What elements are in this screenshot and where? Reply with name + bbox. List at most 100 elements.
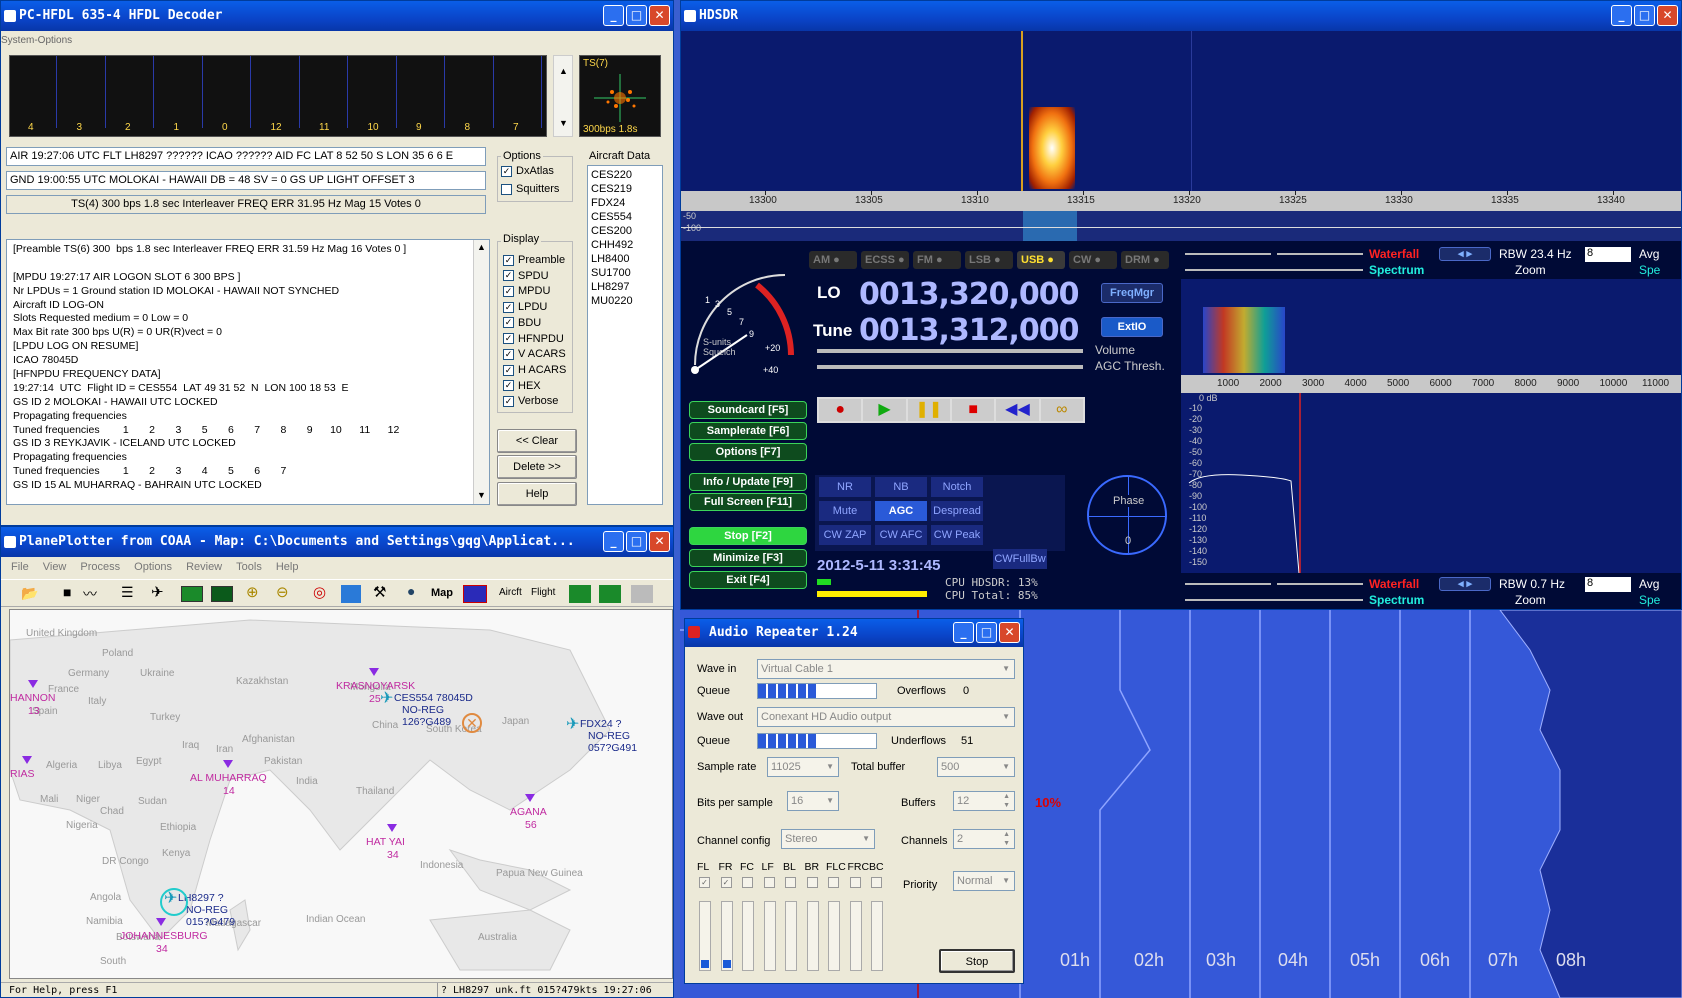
dsp-agc-slow-button[interactable]: AGC Slow bbox=[875, 501, 927, 537]
left-button-5[interactable]: Stop [F2] bbox=[689, 527, 807, 545]
close-button[interactable]: ✕ bbox=[649, 5, 670, 26]
dsp-cw-afc-button[interactable]: CW AFC bbox=[875, 525, 927, 545]
minimize-button[interactable]: _ bbox=[603, 531, 624, 552]
left-button-2[interactable]: Options [F7] bbox=[689, 443, 807, 461]
lo-frequency[interactable]: 0013,320,000 bbox=[859, 277, 1080, 312]
scope-icon[interactable] bbox=[211, 586, 233, 602]
dsp-cw-zap-button[interactable]: CW ZAP bbox=[819, 525, 871, 545]
hfdl-titlebar[interactable]: PC-HFDL 635-4 HFDL Decoder _ □ ✕ bbox=[1, 1, 673, 31]
agc-slider[interactable] bbox=[817, 365, 1083, 369]
chart-icon[interactable]: ☰ bbox=[121, 584, 134, 601]
dsp-cw-peak-button[interactable]: CW Peak bbox=[931, 525, 983, 545]
stop-button[interactable]: Stop bbox=[939, 949, 1015, 973]
channel-bl-checkbox[interactable] bbox=[785, 877, 796, 888]
scroll-down-icon[interactable]: ▼ bbox=[477, 490, 486, 500]
channel-fr-checkbox[interactable]: ✓ bbox=[720, 877, 732, 888]
mode-fm-button[interactable]: FM ● bbox=[913, 251, 961, 269]
left-button-4[interactable]: Full Screen [F11] bbox=[689, 493, 807, 511]
menu-item-file[interactable]: File bbox=[11, 561, 29, 573]
aircraft-button[interactable]: Aircft bbox=[499, 587, 522, 598]
log-panel[interactable]: [Preamble TS(6) 300 bps 1.8 sec Interlea… bbox=[6, 239, 490, 505]
dsp-despread-button[interactable]: Despread bbox=[931, 501, 983, 521]
channel-frc-checkbox[interactable] bbox=[849, 877, 861, 888]
log-scrollbar[interactable]: ▲ ▼ bbox=[473, 240, 489, 504]
mode-cw-button[interactable]: CW ● bbox=[1069, 251, 1117, 269]
bits-select[interactable]: 16 ▼ bbox=[787, 791, 839, 811]
mode-usb-button[interactable]: USB ● bbox=[1017, 251, 1065, 269]
record-icon[interactable]: ● bbox=[819, 399, 862, 421]
dsp-notch-button[interactable]: Notch bbox=[931, 477, 983, 497]
scroll-up-icon[interactable]: ▲ bbox=[477, 242, 486, 252]
play-icon[interactable]: ▶ bbox=[863, 399, 906, 421]
close-button[interactable]: ✕ bbox=[649, 531, 670, 552]
pause-icon[interactable]: ❚❚ bbox=[907, 399, 950, 421]
clear-button[interactable]: << Clear bbox=[497, 429, 577, 453]
stop-icon[interactable]: ■ bbox=[951, 399, 995, 421]
menu-item-process[interactable]: Process bbox=[80, 561, 120, 573]
freqmgr-button[interactable]: FreqMgr bbox=[1101, 283, 1163, 303]
wf-slider-2[interactable] bbox=[1277, 253, 1363, 255]
minus-icon[interactable]: ⊖ bbox=[276, 583, 289, 601]
loop-icon[interactable]: ∞ bbox=[1040, 399, 1083, 421]
left-button-0[interactable]: Soundcard [F5] bbox=[689, 401, 807, 419]
radar-icon[interactable] bbox=[181, 586, 203, 602]
minimize-button[interactable]: _ bbox=[953, 622, 974, 643]
rbw2-stepper[interactable]: ◂ ▸ bbox=[1439, 577, 1491, 591]
close-button[interactable]: ✕ bbox=[999, 622, 1020, 643]
aircraft-item[interactable]: CES220 bbox=[591, 168, 659, 182]
globe-icon[interactable]: ● bbox=[407, 583, 415, 599]
maximize-button[interactable]: □ bbox=[1634, 5, 1655, 26]
menu-item-review[interactable]: Review bbox=[186, 561, 222, 573]
help-button[interactable]: Help bbox=[497, 482, 577, 506]
left-button-7[interactable]: Exit [F4] bbox=[689, 571, 807, 589]
left-button-1[interactable]: Samplerate [F6] bbox=[689, 422, 807, 440]
up-arrow-icon[interactable]: ▲ bbox=[559, 66, 568, 76]
circle-icon[interactable]: ◎ bbox=[313, 583, 326, 601]
wf-slider-1[interactable] bbox=[1185, 253, 1271, 255]
slot-scrollbar[interactable]: ▲ ▼ bbox=[553, 55, 573, 137]
display-option-checkbox[interactable]: ✓ HFNPDU bbox=[503, 332, 566, 348]
avg2-select[interactable]: 8 bbox=[1585, 577, 1631, 592]
plane-icon[interactable]: ✈ bbox=[151, 583, 164, 601]
aircraft-item[interactable]: CES200 bbox=[591, 224, 659, 238]
hdsdr-titlebar[interactable]: HDSDR _ □ ✕ bbox=[681, 1, 1681, 31]
menu-item-help[interactable]: Help bbox=[276, 561, 299, 573]
priority-select[interactable]: Normal ▼ bbox=[953, 871, 1015, 891]
buffers-stepper[interactable]: 12 ▲ ▼ bbox=[953, 791, 1015, 811]
channel-bc-checkbox[interactable] bbox=[871, 877, 882, 888]
avg-select[interactable]: 8 bbox=[1585, 247, 1631, 262]
down-arrow-icon[interactable]: ▼ bbox=[559, 118, 568, 128]
dsp-nr-button[interactable]: NR bbox=[819, 477, 871, 497]
channel-fl-checkbox[interactable]: ✓ bbox=[699, 877, 710, 888]
display-option-checkbox[interactable]: ✓ Verbose bbox=[503, 394, 566, 410]
aircraft-item[interactable]: CES554 bbox=[591, 210, 659, 224]
map-button[interactable]: Map bbox=[431, 587, 453, 599]
minimize-button[interactable]: _ bbox=[603, 5, 624, 26]
wf2-slider-1[interactable] bbox=[1185, 583, 1271, 585]
aircraft-item[interactable]: LH8400 bbox=[591, 252, 659, 266]
display-option-checkbox[interactable]: ✓ LPDU bbox=[503, 300, 566, 316]
open-icon[interactable]: 📂 bbox=[21, 585, 38, 602]
aircraft-item[interactable]: MU0220 bbox=[591, 294, 659, 308]
display-option-checkbox[interactable]: ✓ V ACARS bbox=[503, 347, 566, 363]
left-button-6[interactable]: Minimize [F3] bbox=[689, 549, 807, 567]
display-option-checkbox[interactable]: ✓ Preamble bbox=[503, 253, 566, 269]
minimize-button[interactable]: _ bbox=[1611, 5, 1632, 26]
aircraft-icon[interactable]: ✈ bbox=[380, 688, 393, 708]
stop-icon[interactable]: ■ bbox=[63, 584, 71, 600]
channel-br-checkbox[interactable] bbox=[806, 877, 818, 888]
mode-lsb-button[interactable]: LSB ● bbox=[965, 251, 1013, 269]
dsp-mute-button[interactable]: Mute bbox=[819, 501, 871, 521]
rf-waterfall[interactable] bbox=[681, 31, 1681, 191]
rewind-icon[interactable]: ◀◀ bbox=[996, 399, 1039, 421]
aircraft-item[interactable]: SU1700 bbox=[591, 266, 659, 280]
flight-button[interactable]: Flight bbox=[531, 587, 555, 598]
mode-am-button[interactable]: AM ● bbox=[809, 251, 857, 269]
tune-frequency[interactable]: 0013,312,000 bbox=[859, 313, 1080, 348]
menu-item-tools[interactable]: Tools bbox=[236, 561, 262, 573]
squitters-checkbox[interactable]: Squitters bbox=[501, 183, 559, 195]
mode-ecss-button[interactable]: ECSS ● bbox=[861, 251, 909, 269]
sp-slider[interactable] bbox=[1185, 269, 1363, 271]
display-option-checkbox[interactable]: ✓ BDU bbox=[503, 316, 566, 332]
planeplotter-titlebar[interactable]: PlanePlotter from COAA - Map: C:\Documen… bbox=[1, 527, 673, 557]
